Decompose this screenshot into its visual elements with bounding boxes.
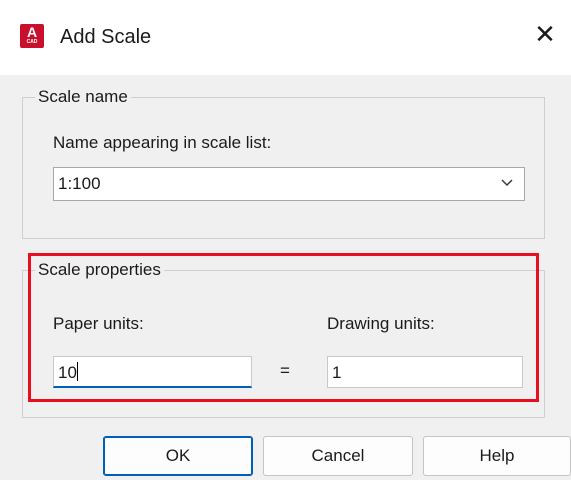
- dialog-title: Add Scale: [60, 26, 152, 48]
- highlight-box: [28, 253, 539, 402]
- scale-name-legend: Scale name: [35, 86, 131, 108]
- scale-name-value: 1:100: [58, 174, 101, 193]
- title-bar: A CAD Add Scale ✕: [0, 0, 571, 75]
- scale-list-name-label: Name appearing in scale list:: [53, 133, 272, 152]
- add-scale-dialog: A CAD Add Scale ✕ Scale name Name appear…: [0, 0, 571, 480]
- cancel-button[interactable]: Cancel: [263, 436, 413, 476]
- scale-name-combobox[interactable]: 1:100: [53, 167, 525, 201]
- chevron-down-icon[interactable]: [500, 175, 514, 189]
- autocad-app-icon: A CAD: [20, 24, 44, 48]
- ok-button[interactable]: OK: [103, 436, 253, 476]
- help-button[interactable]: Help: [423, 436, 571, 476]
- close-icon[interactable]: ✕: [525, 14, 565, 54]
